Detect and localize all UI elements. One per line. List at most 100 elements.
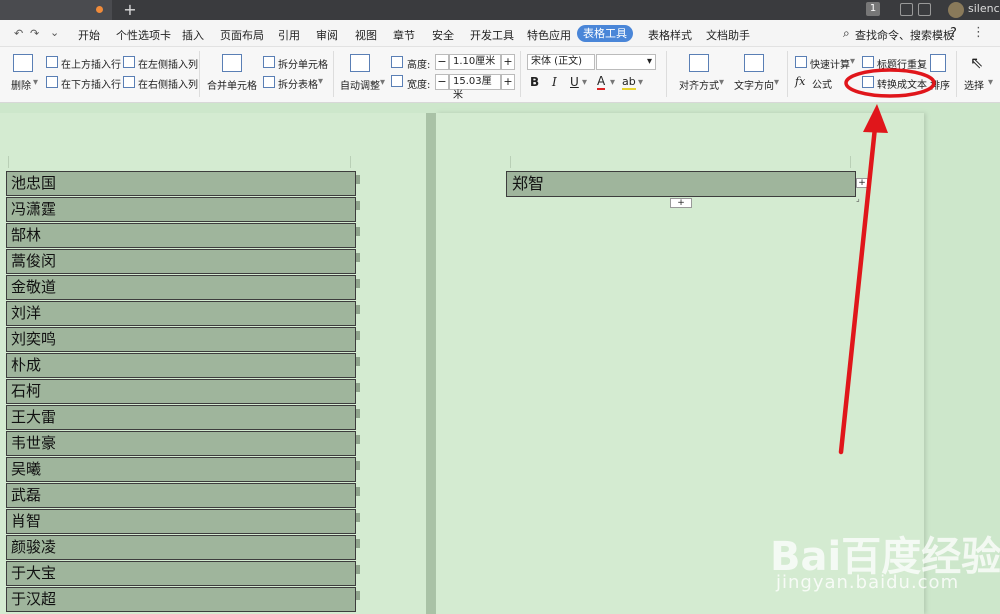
menu-special-apps[interactable]: 特色应用: [527, 27, 571, 43]
text-direction-button[interactable]: 文字方向: [734, 77, 774, 92]
menu-custom-tabs[interactable]: 个性选项卡: [116, 27, 171, 43]
menu-references[interactable]: 引用: [278, 27, 300, 43]
table-cell[interactable]: 朴成: [6, 353, 356, 378]
table-cell[interactable]: 颜骏凌: [6, 535, 356, 560]
sort-button[interactable]: 排序: [930, 77, 950, 92]
username[interactable]: silence: [968, 2, 1000, 15]
table-cell[interactable]: 石柯: [6, 379, 356, 404]
avatar[interactable]: [948, 2, 964, 18]
insert-row-below-button[interactable]: 在下方插入行: [61, 76, 121, 91]
width-input[interactable]: 15.03厘米: [449, 74, 501, 101]
table-cell[interactable]: 王大雷: [6, 405, 356, 430]
menu-security[interactable]: 安全: [432, 27, 454, 43]
crop-mark: [510, 156, 511, 168]
table-cell[interactable]: 郜林: [6, 223, 356, 248]
font-color-dropdown-icon[interactable]: ▾: [610, 77, 615, 88]
row-end-mark: [356, 331, 360, 340]
width-increase-button[interactable]: +: [501, 74, 515, 90]
table-cell[interactable]: 池忠国: [6, 171, 356, 196]
align-dropdown-icon[interactable]: ▾: [719, 77, 724, 88]
add-row-button[interactable]: +: [670, 198, 692, 208]
table-cell[interactable]: 刘奕鸣: [6, 327, 356, 352]
table-cell[interactable]: 武磊: [6, 483, 356, 508]
merge-cells-icon: [222, 54, 242, 72]
menu-table-tools[interactable]: 表格工具: [577, 25, 633, 42]
menu-page-layout[interactable]: 页面布局: [220, 27, 264, 43]
table-cell[interactable]: 吴曦: [6, 457, 356, 482]
menu-home[interactable]: 开始: [78, 27, 100, 43]
menu-chapter[interactable]: 章节: [393, 27, 415, 43]
redo-icon[interactable]: ↷: [30, 27, 39, 40]
highlight-dropdown-icon[interactable]: ▾: [638, 77, 643, 88]
height-input[interactable]: 1.10厘米: [449, 54, 501, 70]
quick-access-chevron-icon[interactable]: ⌄: [50, 26, 59, 39]
ribbon-divider: [520, 51, 521, 97]
repeat-header-button[interactable]: 标题行重复: [877, 56, 927, 71]
command-search[interactable]: 查找命令、搜索模板: [855, 27, 954, 43]
split-cell-button[interactable]: 拆分单元格: [278, 56, 328, 71]
table-cell[interactable]: 冯潇霆: [6, 197, 356, 222]
underline-button[interactable]: U: [570, 75, 579, 89]
convert-to-text-button[interactable]: 转换成文本: [877, 76, 927, 91]
font-size-select[interactable]: ▾: [596, 54, 656, 70]
quick-calc-icon: [795, 56, 807, 68]
menu-insert[interactable]: 插入: [182, 27, 204, 43]
menu-developer[interactable]: 开发工具: [470, 27, 514, 43]
insert-row-above-button[interactable]: 在上方插入行: [61, 56, 121, 71]
width-decrease-button[interactable]: −: [435, 74, 449, 90]
share-icon[interactable]: [900, 3, 913, 16]
insert-col-right-button[interactable]: 在右侧插入列: [138, 76, 198, 91]
delete-icon[interactable]: [13, 54, 33, 72]
menu-review[interactable]: 审阅: [316, 27, 338, 43]
autofit-button[interactable]: 自动调整: [340, 77, 380, 92]
menu-doc-assistant[interactable]: 文档助手: [706, 27, 750, 43]
split-table-button[interactable]: 拆分表格: [278, 76, 318, 91]
resize-handle-icon[interactable]: ⌟: [856, 195, 864, 203]
font-color-button[interactable]: A: [597, 75, 606, 90]
split-table-dropdown-icon[interactable]: ▾: [318, 76, 323, 87]
select-button[interactable]: 选择: [964, 77, 984, 92]
table-cell[interactable]: 于汉超: [6, 587, 356, 612]
height-decrease-button[interactable]: −: [435, 54, 449, 70]
table-cell[interactable]: 肖智: [6, 509, 356, 534]
bold-button[interactable]: B: [530, 75, 539, 89]
search-icon[interactable]: ⌕: [843, 26, 850, 41]
align-icon: [689, 54, 709, 72]
menu-view[interactable]: 视图: [355, 27, 377, 43]
ribbon-divider: [787, 51, 788, 97]
font-name-select[interactable]: 宋体 (正文): [527, 54, 595, 70]
autofit-dropdown-icon[interactable]: ▾: [380, 77, 385, 88]
add-column-button[interactable]: +: [856, 178, 868, 188]
underline-dropdown-icon[interactable]: ▾: [582, 77, 587, 88]
height-increase-button[interactable]: +: [501, 54, 515, 70]
delete-button[interactable]: 删除: [11, 77, 31, 92]
help-button[interactable]: ?: [950, 26, 957, 41]
height-label: 高度:: [407, 60, 431, 71]
new-tab-button[interactable]: +: [120, 0, 140, 20]
merge-cells-button[interactable]: 合并单元格: [207, 77, 257, 92]
table-cell[interactable]: 于大宝: [6, 561, 356, 586]
quick-calc-button[interactable]: 快速计算: [810, 56, 850, 71]
col-width-icon: [391, 75, 403, 87]
align-button[interactable]: 对齐方式: [679, 77, 719, 92]
insert-col-left-button[interactable]: 在左侧插入列: [138, 56, 198, 71]
table-cell[interactable]: 蒿俊闵: [6, 249, 356, 274]
table-cell[interactable]: 韦世豪: [6, 431, 356, 456]
formula-button[interactable]: 公式: [812, 76, 832, 91]
window-count-badge[interactable]: 1: [866, 2, 880, 16]
undo-icon[interactable]: ↶: [14, 27, 23, 40]
table-cell[interactable]: 郑智: [506, 171, 856, 197]
skin-icon[interactable]: [918, 3, 931, 16]
more-icon[interactable]: ⋮: [972, 25, 985, 40]
unsaved-dot-icon: [96, 6, 103, 13]
table-cell[interactable]: 刘洋: [6, 301, 356, 326]
quick-calc-dropdown-icon[interactable]: ▾: [850, 56, 855, 67]
delete-dropdown-icon[interactable]: ▾: [33, 77, 38, 88]
menu-table-style[interactable]: 表格样式: [648, 27, 692, 43]
table-cell[interactable]: 金敬道: [6, 275, 356, 300]
autofit-icon: [350, 54, 370, 72]
text-direction-dropdown-icon[interactable]: ▾: [774, 77, 779, 88]
select-dropdown-icon[interactable]: ▾: [988, 77, 993, 88]
highlight-button[interactable]: ab: [622, 75, 636, 90]
italic-button[interactable]: I: [552, 75, 557, 89]
